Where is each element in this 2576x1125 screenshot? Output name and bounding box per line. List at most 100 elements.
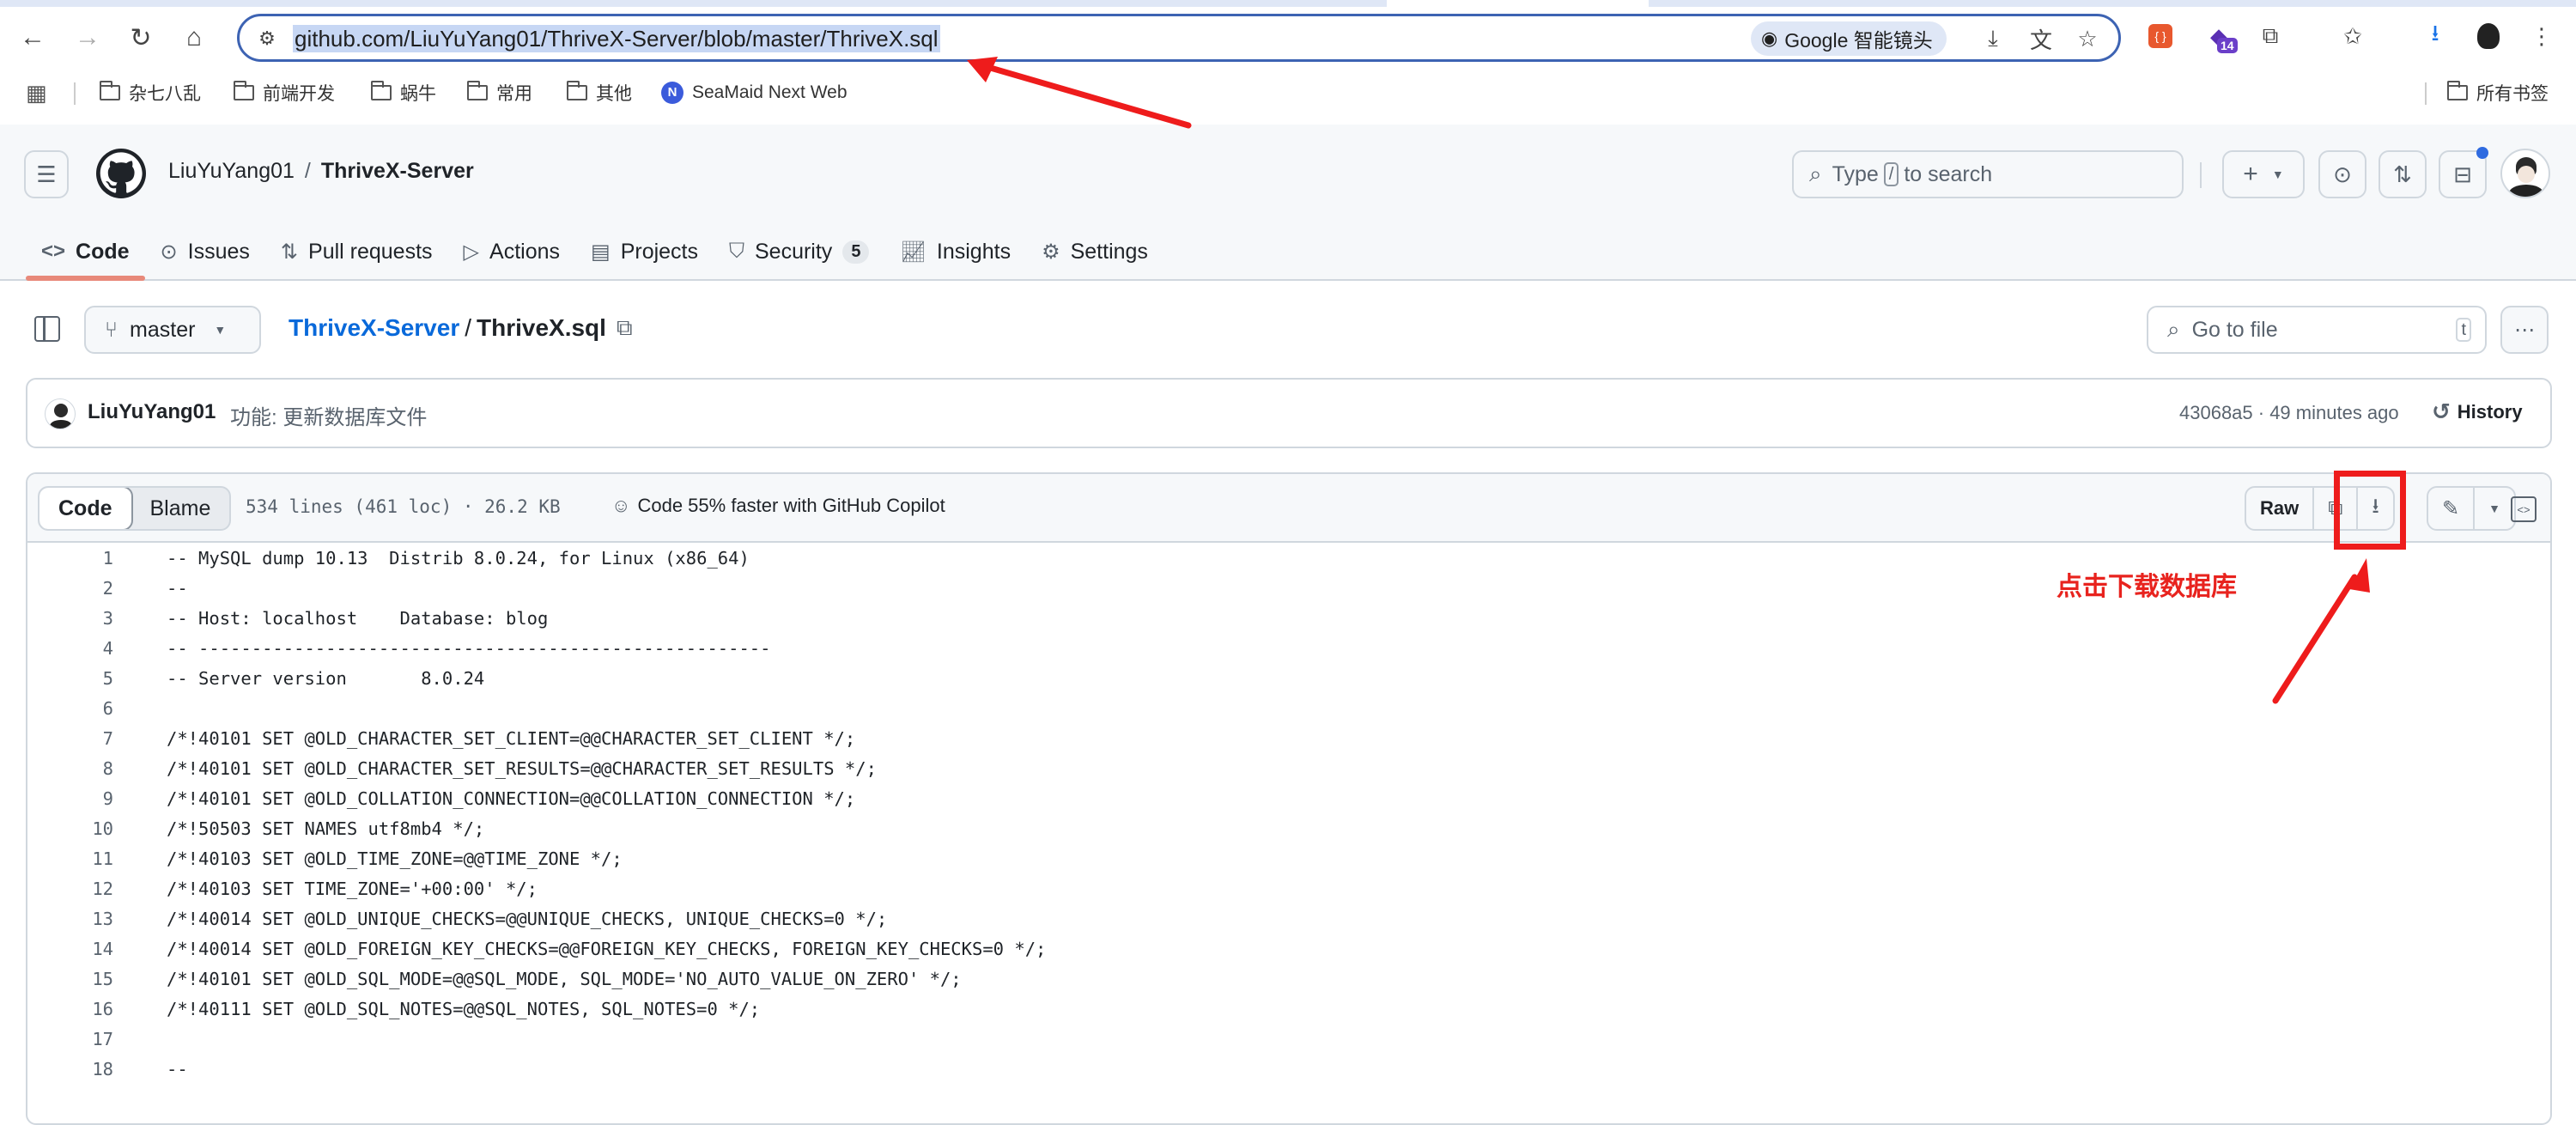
bookmark-link[interactable]: N SeaMaid Next Web [661,77,848,108]
raw-button[interactable]: Raw [2246,488,2315,529]
search-prefix: Type [1832,161,1879,186]
more-options-button[interactable]: ⋯ [2500,306,2549,354]
line-number[interactable]: 10 [27,818,113,839]
home-button[interactable]: ⌂ [177,21,211,55]
commit-sha-time[interactable]: 43068a5 · 49 minutes ago [2179,402,2399,424]
line-number[interactable]: 18 [27,1059,113,1079]
url-text[interactable]: github.com/LiuYuYang01/ThriveX-Server/bl… [293,25,940,52]
line-number[interactable]: 14 [27,939,113,959]
copilot-promo[interactable]: ☺ Code 55% faster with GitHub Copilot [611,495,945,517]
line-number[interactable]: 9 [27,788,113,809]
code-line: 16 /*!40111 SET @OLD_SQL_NOTES=@@SQL_NOTE… [27,994,2550,1024]
line-number[interactable]: 15 [27,969,113,989]
divider [74,82,76,105]
symbols-panel-button[interactable]: <> [2511,496,2537,522]
line-number[interactable]: 17 [27,1029,113,1049]
line-content: -- [167,577,188,599]
line-number[interactable]: 6 [27,698,113,719]
user-avatar[interactable] [2500,149,2550,198]
forward-button[interactable]: → [70,21,105,55]
line-content: /*!40014 SET @OLD_FOREIGN_KEY_CHECKS=@@F… [167,938,1047,959]
install-app-icon[interactable]: ⤓ [1978,23,2008,54]
line-number[interactable]: 1 [27,548,113,569]
code-line: 15 /*!40101 SET @OLD_SQL_MODE=@@SQL_MODE,… [27,964,2550,994]
line-number[interactable]: 12 [27,879,113,899]
extensions-button[interactable]: ⧉ [2253,19,2287,53]
extension-purple[interactable]: ◆ 14 [2202,19,2238,53]
apps-button[interactable]: ▦ [26,77,47,108]
browser-menu-button[interactable]: ⋮ [2524,19,2559,53]
bookmark-folder[interactable]: 常用 [466,77,532,108]
commit-author[interactable]: LiuYuYang01 [88,400,216,424]
extension-devtools[interactable]: { } [2143,19,2178,53]
code-line: 10 /*!50503 SET NAMES utf8mb4 */; [27,813,2550,843]
go-to-file-input[interactable]: ⌕ Go to file t [2147,306,2487,354]
repo-root-link[interactable]: ThriveX-Server [289,314,459,342]
code-line: 11 /*!40103 SET @OLD_TIME_ZONE=@@TIME_ZON… [27,843,2550,873]
google-lens-button[interactable]: ◉ Google 智能镜头 [1751,21,1947,56]
repo-link[interactable]: ThriveX-Server [321,159,474,184]
side-panel-toggle[interactable] [34,316,60,342]
profile-button[interactable] [2471,19,2506,53]
line-content: /*!40111 SET @OLD_SQL_NOTES=@@SQL_NOTES,… [167,998,761,1019]
line-number[interactable]: 13 [27,909,113,929]
commit-message[interactable]: 功能: 更新数据库文件 [230,400,427,430]
all-bookmarks-button[interactable]: 所有书签 [2446,77,2549,108]
history-button[interactable]: ↺ History [2432,398,2523,425]
bookmark-star-icon[interactable]: ☆ [2072,23,2103,54]
bookmark-label: 杂七八乱 [129,84,201,104]
branch-selector[interactable]: ⑂ master ▼ [84,306,261,354]
reload-button[interactable]: ↻ [124,21,158,55]
downloads-button[interactable]: ⭳ [2418,19,2452,53]
copilot-text: Code 55% faster with GitHub Copilot [637,495,945,516]
bookmark-folder[interactable]: 杂七八乱 [99,77,201,108]
copy-path-icon[interactable]: ⧉ [617,314,633,342]
search-icon: ⌕ [1809,161,1822,186]
commit-author-avatar[interactable] [45,398,76,429]
code-view-button[interactable]: Code [39,488,133,529]
tab-insights[interactable]: 📈︎ Insights [884,226,1026,277]
star-list-icon: ✩ [2343,22,2362,49]
line-number[interactable]: 3 [27,608,113,629]
code-line: 17 [27,1024,2550,1054]
line-number[interactable]: 7 [27,728,113,749]
bookmark-label: 其他 [596,84,632,104]
bookmark-folder[interactable]: 其他 [566,77,632,108]
address-bar[interactable]: ⚙ github.com/LiuYuYang01/ThriveX-Server/… [237,14,2121,62]
bookmark-folder[interactable]: 前端开发 [233,77,335,108]
bookmark-folder[interactable]: 蜗牛 [370,77,436,108]
tab-actions[interactable]: ▷ Actions [448,226,575,277]
tab-settings[interactable]: ⚙ Settings [1026,226,1163,277]
create-new-button[interactable]: + ▼ [2222,150,2305,198]
tab-label: Actions [489,239,560,264]
translate-icon[interactable]: 文 [2026,23,2057,54]
line-number[interactable]: 5 [27,668,113,689]
code-line: 13 /*!40014 SET @OLD_UNIQUE_CHECKS=@@UNIQ… [27,903,2550,933]
tab-code[interactable]: <> Code [26,226,145,281]
github-logo-icon[interactable] [96,149,146,198]
line-number[interactable]: 8 [27,758,113,779]
tab-projects[interactable]: ▤ Projects [575,226,714,277]
issues-button[interactable]: ⊙ [2318,150,2366,198]
reading-list-button[interactable]: ✩ [2336,19,2370,53]
pull-requests-button[interactable]: ⇅ [2379,150,2427,198]
global-search-input[interactable]: ⌕ Type / to search [1792,150,2184,198]
back-button[interactable]: ← [15,21,50,55]
tab-pull-requests[interactable]: ⇅ Pull requests [265,226,448,277]
edit-options-button[interactable]: ▼ [2475,488,2514,529]
owner-link[interactable]: LiuYuYang01 [168,159,295,184]
edit-file-button[interactable]: ✎ [2428,488,2476,529]
tab-security[interactable]: ⛉ Security 5 [714,226,884,277]
line-content: /*!40101 SET @OLD_COLLATION_CONNECTION=@… [167,788,856,809]
line-number[interactable]: 16 [27,999,113,1019]
divider [2425,82,2427,105]
active-tab[interactable] [1387,0,1649,7]
line-number[interactable]: 2 [27,578,113,599]
line-number[interactable]: 11 [27,848,113,869]
git-branch-icon: ⑂ [105,317,118,342]
line-number[interactable]: 4 [27,638,113,659]
blame-view-button[interactable]: Blame [131,488,230,529]
tab-issues[interactable]: ⊙ Issues [145,226,265,277]
hamburger-menu-button[interactable]: ☰ [24,150,69,198]
site-settings-icon[interactable]: ⚙ [252,23,283,54]
